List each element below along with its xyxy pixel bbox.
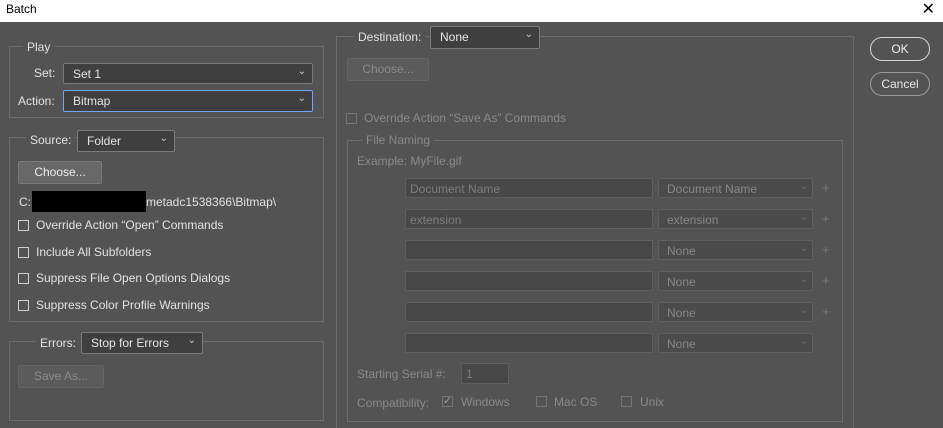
naming-field-6[interactable] — [405, 333, 653, 353]
errors-label: Errors: — [36, 336, 80, 350]
suppress-color-warnings-label: Suppress Color Profile Warnings — [36, 298, 210, 312]
chevron-down-icon: ⌄ — [159, 133, 168, 144]
chevron-down-icon: ⌄ — [297, 93, 306, 104]
cancel-button[interactable]: Cancel — [870, 72, 930, 96]
cancel-label: Cancel — [881, 77, 919, 91]
ok-button[interactable]: OK — [870, 37, 930, 61]
naming-select-6-value: None — [667, 337, 696, 351]
close-icon[interactable]: ✕ — [922, 0, 935, 20]
source-choose-button[interactable]: Choose... — [18, 161, 102, 184]
ok-label: OK — [891, 42, 909, 56]
destination-label: Destination: — [354, 30, 426, 44]
naming-field-3[interactable] — [405, 240, 653, 260]
chevron-down-icon: ⌄ — [297, 66, 306, 77]
chevron-down-icon: ⌄ — [799, 336, 808, 347]
source-select[interactable]: Folder ⌄ — [77, 130, 175, 152]
suppress-open-dialogs-checkbox[interactable] — [18, 273, 29, 284]
naming-select-5-value: None — [667, 306, 696, 320]
source-select-value: Folder — [87, 134, 122, 148]
source-label: Source: — [26, 133, 76, 147]
action-label: Action: — [18, 94, 55, 108]
chevron-down-icon: ⌄ — [799, 212, 808, 223]
source-path-suffix: metadc1538366\Bitmap\ — [146, 195, 277, 209]
errors-select[interactable]: Stop for Errors ⌄ — [81, 332, 203, 354]
naming-select-1[interactable]: Document Name ⌄ — [658, 178, 813, 198]
compat-macos-checkbox[interactable] — [536, 396, 547, 407]
compat-windows-checkbox[interactable]: ✓ — [442, 395, 453, 407]
action-select-value: Bitmap — [73, 94, 111, 108]
naming-select-2[interactable]: extension ⌄ — [658, 209, 813, 229]
file-naming-legend: File Naming — [362, 133, 435, 147]
window-title: Batch — [6, 2, 37, 16]
naming-field-1-value: Document Name — [410, 182, 501, 196]
starting-serial-input[interactable]: 1 — [461, 363, 509, 384]
set-label: Set: — [34, 66, 56, 80]
include-subfolders-label: Include All Subfolders — [36, 245, 152, 259]
override-open-label: Override Action “Open” Commands — [36, 218, 224, 232]
file-naming-example: Example: MyFile.gif — [357, 154, 462, 168]
add-naming-row-icon[interactable]: + — [822, 273, 830, 288]
play-legend: Play — [23, 40, 55, 54]
override-open-checkbox[interactable] — [18, 220, 29, 231]
naming-select-4[interactable]: None ⌄ — [658, 271, 813, 291]
chevron-down-icon: ⌄ — [799, 181, 808, 192]
destination-select[interactable]: None ⌄ — [430, 26, 540, 49]
checkmark-icon: ✓ — [443, 395, 453, 407]
save-as-button[interactable]: Save As... — [18, 365, 104, 388]
suppress-color-warnings-checkbox[interactable] — [18, 300, 29, 311]
naming-field-2-value: extension — [410, 213, 462, 227]
errors-select-value: Stop for Errors — [91, 336, 170, 350]
add-naming-row-icon[interactable]: + — [822, 180, 830, 195]
naming-field-2[interactable]: extension — [405, 209, 653, 229]
chevron-down-icon: ⌄ — [799, 305, 808, 316]
naming-select-1-value: Document Name — [667, 182, 758, 196]
naming-select-3-value: None — [667, 244, 696, 258]
override-save-as-checkbox[interactable] — [346, 113, 357, 124]
naming-select-2-value: extension — [667, 213, 719, 227]
naming-select-5[interactable]: None ⌄ — [658, 302, 813, 322]
compatibility-label: Compatibility: — [357, 396, 430, 410]
add-naming-row-icon[interactable]: + — [822, 304, 830, 319]
set-select[interactable]: Set 1 ⌄ — [63, 63, 313, 84]
source-path-prefix: C: — [19, 195, 31, 209]
chevron-down-icon: ⌄ — [799, 243, 808, 254]
redacted-path-segment — [32, 191, 146, 212]
add-naming-row-icon[interactable]: + — [822, 242, 830, 257]
chevron-down-icon: ⌄ — [187, 335, 196, 346]
starting-serial-label: Starting Serial #: — [357, 367, 446, 381]
naming-select-4-value: None — [667, 275, 696, 289]
compat-windows-label: Windows — [461, 395, 510, 409]
chevron-down-icon: ⌄ — [524, 29, 533, 40]
source-choose-label: Choose... — [34, 165, 86, 179]
suppress-open-dialogs-label: Suppress File Open Options Dialogs — [36, 271, 231, 285]
naming-field-5[interactable] — [405, 302, 653, 322]
action-select[interactable]: Bitmap ⌄ — [63, 90, 313, 112]
include-subfolders-checkbox[interactable] — [18, 247, 29, 258]
destination-choose-label: Choose... — [362, 62, 414, 76]
naming-select-3[interactable]: None ⌄ — [658, 240, 813, 260]
save-as-label: Save As... — [33, 369, 89, 383]
destination-select-value: None — [440, 30, 469, 44]
override-save-as-label: Override Action “Save As” Commands — [364, 111, 567, 125]
add-naming-row-icon[interactable]: + — [822, 211, 830, 226]
title-bar: Batch ✕ — [0, 0, 943, 22]
destination-choose-button[interactable]: Choose... — [347, 58, 429, 81]
compat-unix-label: Unix — [640, 395, 665, 409]
naming-select-6[interactable]: None ⌄ — [658, 333, 813, 353]
compat-unix-checkbox[interactable] — [621, 396, 632, 407]
compat-macos-label: Mac OS — [554, 395, 598, 409]
naming-field-4[interactable] — [405, 271, 653, 291]
set-select-value: Set 1 — [73, 67, 102, 81]
starting-serial-value: 1 — [466, 367, 473, 381]
chevron-down-icon: ⌄ — [799, 274, 808, 285]
naming-field-1[interactable]: Document Name — [405, 178, 653, 198]
